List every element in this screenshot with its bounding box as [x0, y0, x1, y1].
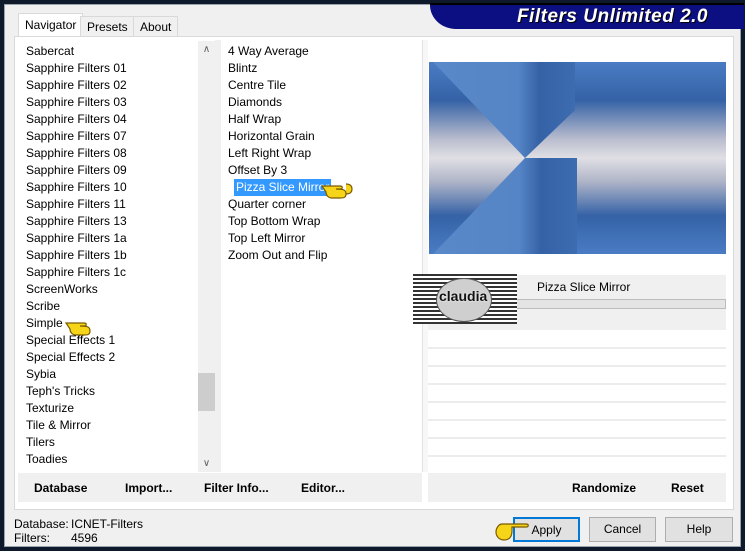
tab-about[interactable]: About [133, 16, 179, 36]
category-item[interactable]: Teph's Tricks [26, 383, 95, 400]
filter-progress-bar [516, 299, 726, 309]
list-buttons-bar: Database Import... Filter Info... Editor… [18, 473, 422, 502]
category-item[interactable]: Sapphire Filters 04 [26, 111, 127, 128]
pointing-hand-icon [64, 322, 91, 336]
category-item[interactable]: Sapphire Filters 10 [26, 179, 127, 196]
cancel-button[interactable]: Cancel [589, 517, 656, 542]
database-label: Database: [14, 517, 69, 531]
pointing-hand-icon [495, 523, 529, 541]
filter-item[interactable]: Diamonds [228, 94, 282, 111]
category-item[interactable]: Special Effects 2 [26, 349, 115, 366]
claudia-logo: claudia [413, 274, 517, 324]
category-item[interactable]: Simple [26, 315, 63, 332]
app-title: Filters Unlimited 2.0 [516, 6, 708, 27]
scroll-down-icon[interactable]: ∨ [198, 455, 215, 472]
status-filters: Filters: 4596 [14, 531, 98, 545]
category-item[interactable]: Sapphire Filters 13 [26, 213, 127, 230]
category-item[interactable]: Sapphire Filters 07 [26, 128, 127, 145]
separator-line [428, 401, 726, 403]
separator-line [428, 347, 726, 349]
filter-item[interactable]: Quarter corner [228, 196, 306, 213]
category-item[interactable]: Sapphire Filters 02 [26, 77, 127, 94]
filter-list[interactable]: 4 Way Average Blintz Centre Tile Diamonds Ha… [222, 40, 422, 472]
category-item[interactable]: Sapphire Filters 1a [26, 230, 127, 247]
category-item[interactable]: Tile & Mirror [26, 417, 91, 434]
filters-label: Filters: [14, 531, 50, 545]
divider [422, 40, 428, 472]
pointing-hand-icon [320, 183, 353, 199]
category-list[interactable]: Sabercat Sapphire Filters 01 Sapphire Filt… [20, 40, 198, 472]
preview-filter-name: Pizza Slice Mirror [537, 280, 631, 294]
filter-item[interactable]: Top Bottom Wrap [228, 213, 320, 230]
filter-item[interactable]: Top Left Mirror [228, 230, 305, 247]
filter-item[interactable]: Blintz [228, 60, 257, 77]
database-button[interactable]: Database [34, 481, 87, 495]
filter-preview-image [429, 62, 726, 254]
tab-presets[interactable]: Presets [80, 16, 135, 36]
title-banner: Filters Unlimited 2.0 [430, 3, 744, 29]
separator-line [428, 419, 726, 421]
editor-button[interactable]: Editor... [301, 481, 345, 495]
randomize-button[interactable]: Randomize [572, 481, 636, 495]
tab-navigator[interactable]: Navigator [18, 13, 84, 38]
category-item[interactable]: Toadies [26, 451, 67, 468]
divider [215, 40, 221, 472]
separator-line [428, 383, 726, 385]
filter-item[interactable]: Left Right Wrap [228, 145, 311, 162]
category-item[interactable]: Scribe [26, 298, 60, 315]
filter-item[interactable]: Centre Tile [228, 77, 286, 94]
category-scrollbar[interactable]: ∧ ∨ [198, 41, 215, 472]
filter-item[interactable]: Offset By 3 [228, 162, 287, 179]
separator-line [428, 365, 726, 367]
category-item[interactable]: Sapphire Filters 01 [26, 60, 127, 77]
category-item[interactable]: Sapphire Filters 1b [26, 247, 127, 264]
separator-line [428, 437, 726, 439]
database-value: ICNET-Filters [71, 517, 143, 531]
filter-info-button[interactable]: Filter Info... [204, 481, 269, 495]
category-item[interactable]: ScreenWorks [26, 281, 98, 298]
import-button[interactable]: Import... [125, 481, 172, 495]
filter-item[interactable]: 4 Way Average [228, 43, 309, 60]
category-item[interactable]: Sybia [26, 366, 56, 383]
scroll-thumb[interactable] [198, 373, 215, 411]
category-item[interactable]: Sapphire Filters 09 [26, 162, 127, 179]
category-item[interactable]: Sapphire Filters 11 [26, 196, 126, 213]
status-database: Database: ICNET-Filters [14, 517, 143, 531]
filter-item[interactable]: Pizza Slice Mirror [232, 178, 333, 197]
scroll-up-icon[interactable]: ∧ [198, 41, 215, 58]
help-button[interactable]: Help [665, 517, 733, 542]
category-item[interactable]: Sapphire Filters 08 [26, 145, 127, 162]
filter-item[interactable]: Half Wrap [228, 111, 281, 128]
filters-count: 4596 [71, 531, 98, 545]
filter-item[interactable]: Zoom Out and Flip [228, 247, 327, 264]
reset-button[interactable]: Reset [671, 481, 704, 495]
category-item[interactable]: Sapphire Filters 1c [26, 264, 126, 281]
category-item[interactable]: Sabercat [26, 43, 74, 60]
category-item[interactable]: Texturize [26, 400, 74, 417]
separator-line [428, 455, 726, 457]
filter-item[interactable]: Horizontal Grain [228, 128, 315, 145]
category-item[interactable]: Tilers [26, 434, 55, 451]
category-item[interactable]: Sapphire Filters 03 [26, 94, 127, 111]
preview-buttons-bar: Randomize Reset [428, 473, 726, 502]
